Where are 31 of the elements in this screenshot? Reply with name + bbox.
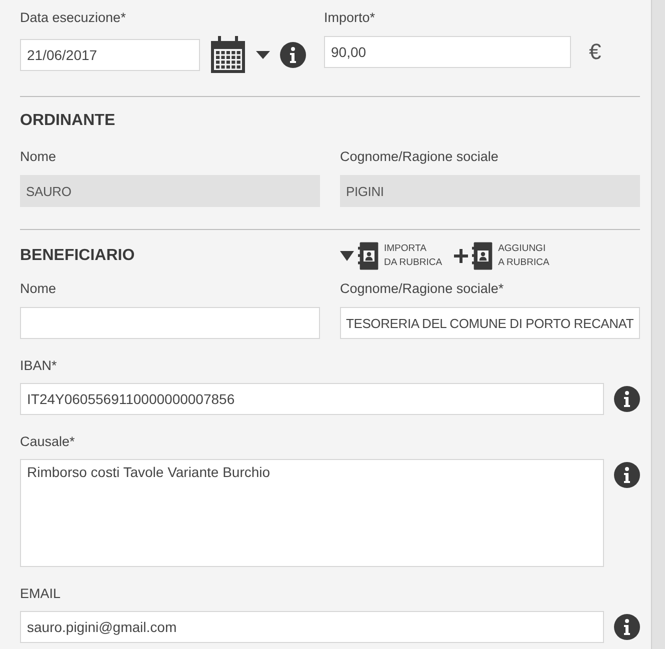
field-label: Data esecuzione* bbox=[20, 9, 127, 27]
field-label: Cognome/Ragione sociale* bbox=[340, 280, 505, 298]
info-icon[interactable] bbox=[280, 42, 306, 68]
calendar-icon[interactable] bbox=[210, 36, 246, 74]
caret-icon[interactable] bbox=[256, 51, 270, 59]
field-label: EMAIL bbox=[20, 585, 62, 603]
field-label: Causale* bbox=[20, 433, 76, 451]
address-book-icon[interactable] bbox=[472, 242, 494, 270]
text-field[interactable]: TESORERIA DEL COMUNE DI PORTO RECANAT bbox=[340, 307, 640, 339]
date-field[interactable]: 21/06/2017 bbox=[20, 39, 200, 71]
action-link[interactable]: AGGIUNGI A RUBRICA bbox=[498, 242, 550, 270]
field-label: Cognome/Ragione sociale bbox=[340, 148, 500, 166]
info-icon[interactable] bbox=[614, 462, 640, 488]
field-label: Importo* bbox=[324, 9, 376, 27]
address-book-icon[interactable] bbox=[358, 242, 380, 270]
amount-field[interactable]: 90,00 bbox=[324, 36, 571, 68]
action-link[interactable]: IMPORTA DA RUBRICA bbox=[384, 242, 442, 270]
text-field[interactable] bbox=[20, 307, 320, 339]
text-field[interactable]: IT24Y0605569110000000007856 bbox=[20, 383, 604, 415]
info-icon[interactable] bbox=[614, 386, 640, 412]
field-label: Nome bbox=[20, 280, 58, 298]
section-title: BENEFICIARIO bbox=[20, 246, 136, 266]
currency-symbol: € bbox=[589, 39, 602, 65]
info-icon[interactable] bbox=[614, 614, 640, 640]
plus-icon[interactable] bbox=[454, 249, 468, 263]
field-label: IBAN* bbox=[20, 357, 58, 375]
text-field[interactable]: sauro.pigini@gmail.com bbox=[20, 611, 604, 643]
section-title: ORDINANTE bbox=[20, 111, 116, 131]
field-label: Nome bbox=[20, 148, 58, 166]
caret-icon[interactable] bbox=[340, 251, 354, 261]
text-area[interactable]: Rimborso costi Tavole Variante Burchio bbox=[20, 459, 604, 567]
